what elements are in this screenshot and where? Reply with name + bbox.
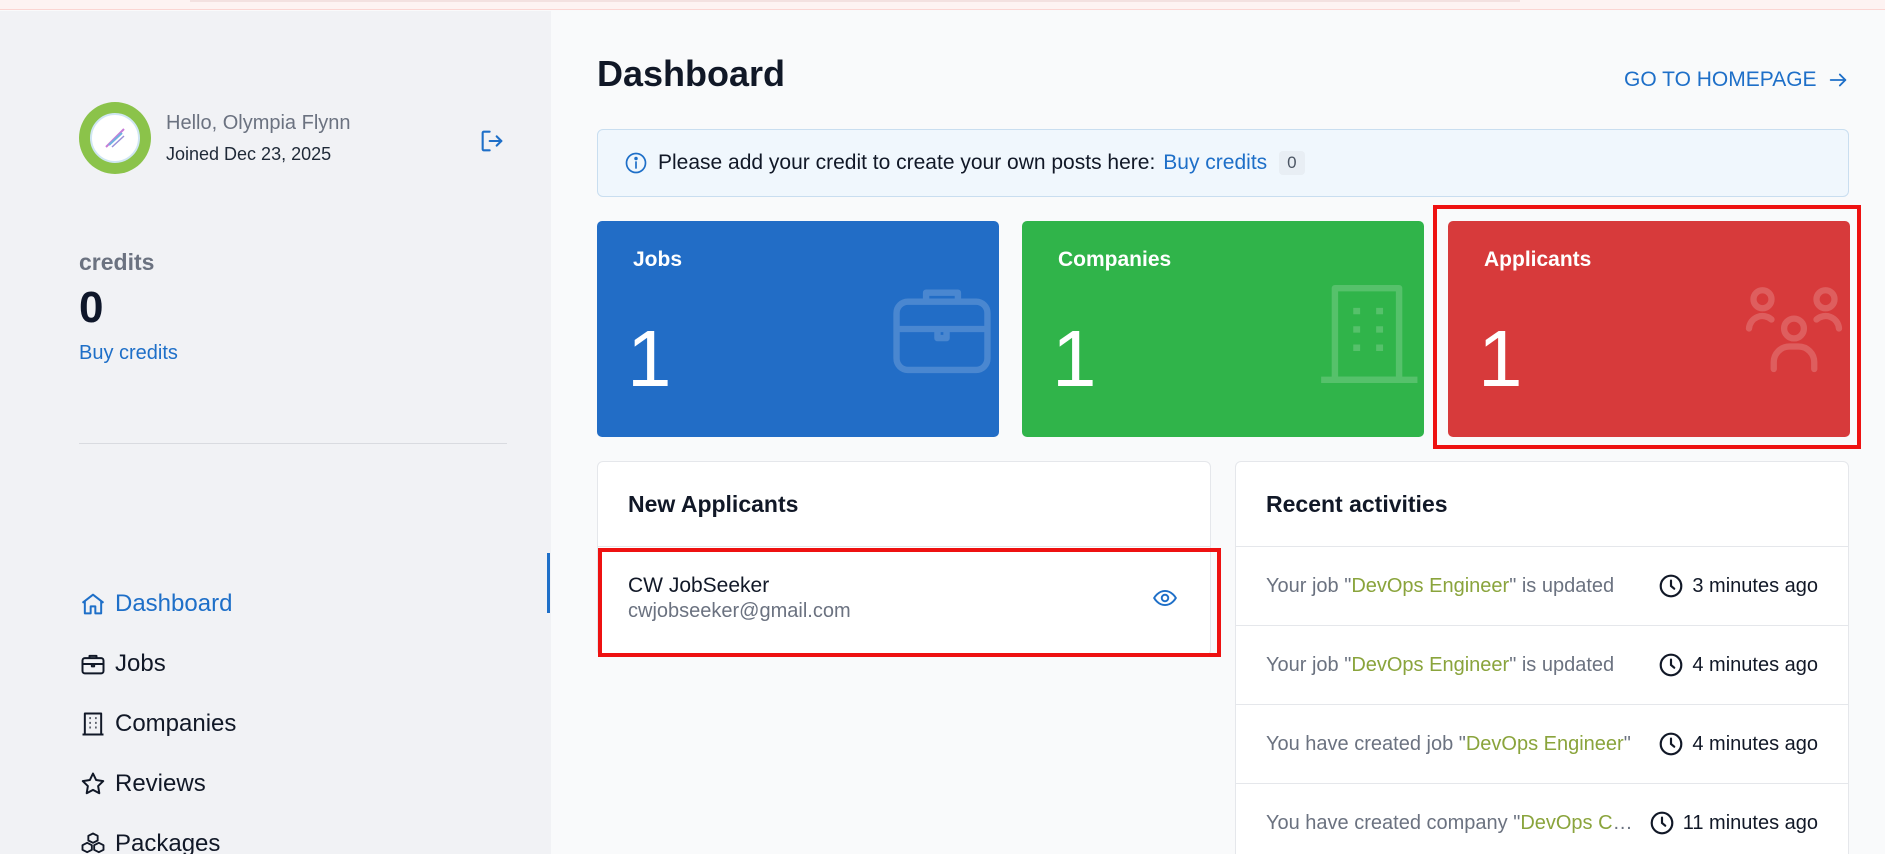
user-greeting: Hello, Olympia Flynn: [166, 112, 351, 134]
stat-card-jobs[interactable]: Jobs 1: [597, 221, 999, 437]
stat-label: Companies: [1058, 248, 1172, 271]
users-icon: [1745, 287, 1843, 373]
credit-count-badge: 0: [1279, 151, 1305, 175]
new-applicants-title: New Applicants: [598, 462, 1210, 547]
top-strip: [0, 0, 1885, 10]
briefcase-icon: [81, 654, 105, 675]
applicant-email: cwjobseeker@gmail.com: [628, 600, 851, 622]
clock-icon: [1659, 574, 1683, 598]
activity-time: 4 minutes ago: [1658, 731, 1818, 757]
building-icon: [82, 712, 104, 736]
briefcase-icon: [893, 289, 991, 374]
stat-value: 1: [1478, 314, 1523, 403]
building-icon: [1321, 284, 1418, 384]
clock-icon: [1659, 653, 1683, 677]
new-applicants-card: New Applicants CW JobSeeker cwjobseeker@…: [597, 461, 1211, 656]
applicant-row[interactable]: CW JobSeeker cwjobseeker@gmail.com: [598, 547, 1210, 647]
stat-label: Jobs: [633, 248, 683, 271]
avatar[interactable]: [79, 102, 151, 174]
activity-text: You have created job "DevOps Engineer": [1266, 732, 1631, 755]
sidebar-nav: Dashboard Jobs Companies Reviews Package…: [79, 574, 549, 854]
stat-value: 1: [627, 314, 672, 403]
clock-icon: [1650, 811, 1674, 835]
activity-time: 3 minutes ago: [1658, 573, 1818, 599]
info-icon: [625, 152, 647, 174]
credits-label: credits: [79, 249, 155, 275]
clock-icon: [1659, 732, 1683, 756]
go-to-homepage-link[interactable]: GO TO HOMEPAGE: [1624, 68, 1849, 92]
stat-card-applicants[interactable]: Applicants 1: [1448, 221, 1850, 437]
sidebar-item-label: Jobs: [115, 650, 166, 677]
top-strip-bar: [190, 0, 1520, 2]
activity-row[interactable]: You have created company "DevOps Company…: [1236, 784, 1848, 854]
sidebar-item-label: Reviews: [115, 770, 206, 797]
go-to-homepage-label: GO TO HOMEPAGE: [1624, 68, 1817, 91]
sidebar-item-label: Dashboard: [115, 590, 233, 617]
activity-row[interactable]: Your job "DevOps Engineer" is updated 4 …: [1236, 626, 1848, 705]
activity-text: Your job "DevOps Engineer" is updated: [1266, 653, 1615, 676]
activity-text: You have created company "DevOps Company…: [1266, 811, 1635, 834]
activity-row[interactable]: You have created job "DevOps Engineer" 4…: [1236, 705, 1848, 784]
arrow-right-icon: [1829, 73, 1846, 87]
avatar-image: [90, 113, 140, 163]
sidebar-divider: [79, 443, 507, 444]
page-title: Dashboard: [597, 53, 786, 94]
logout-icon[interactable]: [478, 127, 506, 155]
credits-value: 0: [79, 283, 104, 332]
eye-icon[interactable]: [1152, 585, 1178, 611]
recent-activities-card: Recent activities Your job "DevOps Engin…: [1235, 461, 1849, 854]
user-profile: Hello, Olympia Flynn Joined Dec 23, 2025: [79, 102, 506, 176]
credit-info-banner: Please add your credit to create your ow…: [597, 129, 1849, 197]
buy-credits-link[interactable]: Buy credits: [79, 342, 178, 365]
stat-card-companies[interactable]: Companies 1: [1022, 221, 1424, 437]
stat-label: Applicants: [1484, 248, 1592, 271]
sidebar-item-label: Companies: [115, 710, 237, 737]
cubes-icon: [81, 832, 105, 854]
sidebar-item-companies[interactable]: Companies: [79, 694, 549, 754]
activity-text: Your job "DevOps Engineer" is updated: [1266, 574, 1615, 597]
sidebar-item-dashboard[interactable]: Dashboard: [79, 574, 549, 634]
activity-row[interactable]: Your job "DevOps Engineer" is updated 3 …: [1236, 547, 1848, 626]
user-joined-date: Joined Dec 23, 2025: [166, 144, 332, 164]
stat-value: 1: [1052, 314, 1097, 403]
home-icon: [81, 593, 105, 615]
recent-activities-title: Recent activities: [1236, 462, 1848, 547]
sidebar-active-indicator: [547, 553, 550, 613]
sidebar-item-label: Packages: [115, 830, 221, 854]
star-icon: [81, 772, 105, 795]
sidebar-item-reviews[interactable]: Reviews: [79, 754, 549, 814]
activity-time: 11 minutes ago: [1649, 810, 1818, 836]
sidebar: Hello, Olympia Flynn Joined Dec 23, 2025…: [0, 11, 551, 854]
sidebar-item-jobs[interactable]: Jobs: [79, 634, 549, 694]
sidebar-item-packages[interactable]: Packages: [79, 814, 549, 854]
activity-time: 4 minutes ago: [1658, 652, 1818, 678]
applicant-name: CW JobSeeker: [628, 574, 770, 597]
buy-credits-banner-link[interactable]: Buy credits: [1163, 151, 1267, 175]
credit-info-message: Please add your credit to create your ow…: [658, 151, 1156, 174]
